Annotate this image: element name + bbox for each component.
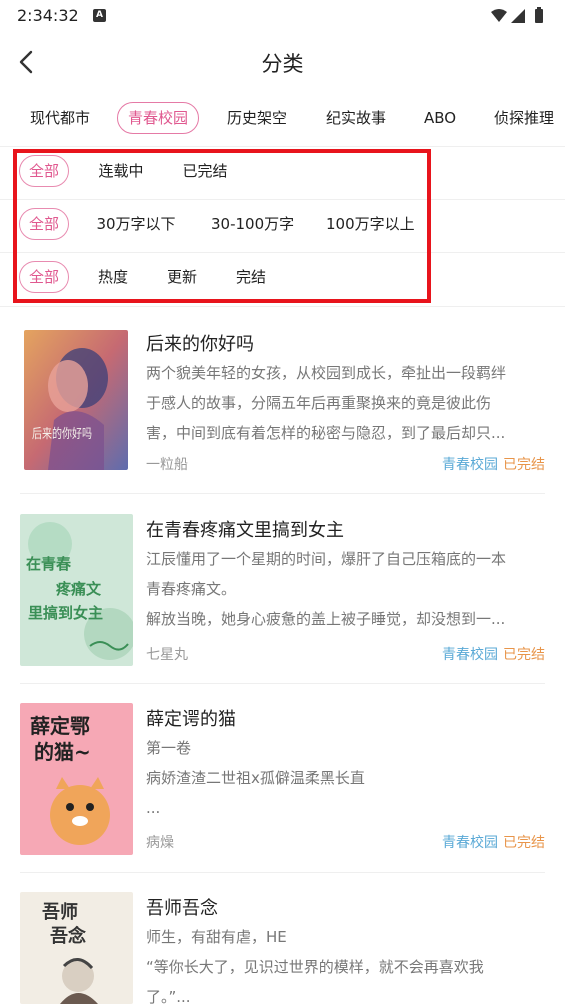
filter-sort-row: 全部 热度 更新 完结: [0, 257, 565, 297]
book-cover[interactable]: 在青春 疼痛文 里搞到女主: [20, 514, 133, 666]
tab-modern-city[interactable]: 现代都市: [28, 102, 92, 134]
book-title: 在青春疼痛文里搞到女主: [146, 520, 344, 541]
wifi-icon: [491, 9, 507, 22]
filter-sort-popularity[interactable]: 热度: [97, 261, 129, 293]
book-item[interactable]: 后来的你好吗 后来的你好吗 两个貌美年轻的女孩，从校园到成长，牵扯出一段羁绊 于…: [0, 330, 565, 518]
book-description-line: ...: [146, 799, 161, 817]
svg-text:薛定鄂: 薛定鄂: [30, 714, 90, 738]
filter-status-all[interactable]: 全部: [19, 155, 69, 187]
app-notification-icon: A: [93, 9, 106, 22]
book-author: 七星丸: [146, 647, 188, 663]
filter-sort-completed[interactable]: 完结: [235, 261, 267, 293]
book-description: 两个貌美年轻的女孩，从校园到成长，牵扯出一段羁绊 于感人的故事，分隔五年后再重聚…: [146, 358, 546, 448]
book-description-line: “等你长大了，见识过世界的模样，就不会再喜欢我: [146, 958, 484, 976]
book-item[interactable]: 吾师 吾念 吾师吾念 师生，有甜有虐，HE “等你长大了，见识过世界的模样，就不…: [0, 892, 565, 1004]
filter-sort-all[interactable]: 全部: [19, 261, 69, 293]
book-description-line: 病娇渣渣二世祖x孤僻温柔黑长直: [146, 769, 365, 787]
svg-text:疼痛文: 疼痛文: [56, 580, 102, 598]
book-description-line: 江辰懂用了一个星期的时间，爆肝了自己压箱底的一本: [146, 550, 507, 568]
book-cover[interactable]: 后来的你好吗: [24, 330, 128, 470]
svg-text:在青春: 在青春: [26, 555, 71, 573]
book-description-line: 青春疼痛文。: [146, 580, 237, 598]
book-description: 第一卷 病娇渣渣二世祖x孤僻温柔黑长直 ...: [146, 733, 546, 823]
book-title: 后来的你好吗: [146, 334, 254, 355]
filter-status-row: 全部 连载中 已完结: [0, 151, 565, 191]
filter-length-over-1m[interactable]: 100万字以上: [326, 208, 415, 240]
book-category-tag: 青春校园: [442, 457, 498, 473]
book-status-tag: 已完结: [503, 457, 545, 473]
status-time: 2:34:32: [17, 6, 79, 25]
tab-history[interactable]: 历史架空: [225, 102, 289, 134]
header: 分类: [0, 32, 565, 92]
divider: [0, 306, 565, 307]
battery-icon: [535, 9, 543, 23]
status-bar: 2:34:32 A: [0, 0, 565, 32]
book-category-tag: 青春校园: [442, 647, 498, 663]
book-description-line: 了。”...: [146, 988, 191, 1004]
svg-text:里搞到女主: 里搞到女主: [28, 604, 103, 622]
divider: [0, 146, 565, 147]
filter-length-300k-1m[interactable]: 30-100万字: [211, 208, 294, 240]
book-description-line: 害，中间到底有着怎样的秘密与隐忍，到了最后却只...: [146, 424, 506, 442]
book-cover[interactable]: 薛定鄂 的猫~: [20, 703, 133, 855]
book-description: 江辰懂用了一个星期的时间，爆肝了自己压箱底的一本 青春疼痛文。 解放当晚，她身心…: [146, 544, 546, 634]
tab-abo[interactable]: ABO: [420, 102, 460, 134]
book-category-tag: 青春校园: [442, 835, 498, 851]
svg-text:的猫~: 的猫~: [34, 740, 91, 764]
filter-length-row: 全部 30万字以下 30-100万字 100万字以上: [0, 204, 565, 244]
filter-length-all[interactable]: 全部: [19, 208, 69, 240]
divider: [20, 493, 545, 494]
tab-detective[interactable]: 侦探推理: [492, 102, 556, 134]
divider: [20, 683, 545, 684]
divider: [0, 199, 565, 200]
status-icons: [491, 7, 543, 23]
book-title: 吾师吾念: [146, 898, 218, 919]
svg-text:吾师: 吾师: [42, 901, 78, 923]
book-item[interactable]: 薛定鄂 的猫~ 薛定谔的猫 第一卷 病娇渣渣二世祖x孤僻温柔黑长直 ... 病燥…: [0, 703, 565, 893]
book-cover[interactable]: 吾师 吾念: [20, 892, 133, 1004]
book-item[interactable]: 在青春 疼痛文 里搞到女主 在青春疼痛文里搞到女主 江辰懂用了一个星期的时间，爆…: [0, 514, 565, 704]
book-description-line: 师生，有甜有虐，HE: [146, 928, 287, 946]
book-description-line: 于感人的故事，分隔五年后再重聚换来的竟是彼此伤: [146, 394, 492, 412]
tab-youth-campus[interactable]: 青春校园: [117, 102, 199, 134]
tab-documentary[interactable]: 纪实故事: [324, 102, 388, 134]
book-author: 病燥: [146, 835, 174, 851]
cover-title: 后来的你好吗: [32, 426, 92, 442]
divider: [0, 252, 565, 253]
page-title: 分类: [261, 52, 304, 76]
signal-icon: [511, 9, 525, 23]
book-author: 一粒船: [146, 457, 188, 473]
book-status-tag: 已完结: [503, 835, 545, 851]
filter-status-completed[interactable]: 已完结: [182, 155, 228, 187]
book-description-line: 两个貌美年轻的女孩，从校园到成长，牵扯出一段羁绊: [146, 364, 507, 382]
filter-status-ongoing[interactable]: 连载中: [97, 155, 145, 187]
svg-text:吾念: 吾念: [50, 925, 86, 947]
filter-length-under-300k[interactable]: 30万字以下: [96, 208, 176, 240]
category-tabs: 现代都市 青春校园 历史架空 纪实故事 ABO 侦探推理: [0, 98, 565, 138]
divider: [20, 872, 545, 873]
filter-sort-update[interactable]: 更新: [166, 261, 198, 293]
book-description-line: 第一卷: [146, 739, 192, 757]
book-status-tag: 已完结: [503, 647, 545, 663]
book-description: 师生，有甜有虐，HE “等你长大了，见识过世界的模样，就不会再喜欢我 了。”..…: [146, 922, 546, 1004]
book-description-line: 解放当晚，她身心疲惫的盖上被子睡觉，却没想到一...: [146, 610, 506, 628]
book-title: 薛定谔的猫: [146, 709, 236, 730]
